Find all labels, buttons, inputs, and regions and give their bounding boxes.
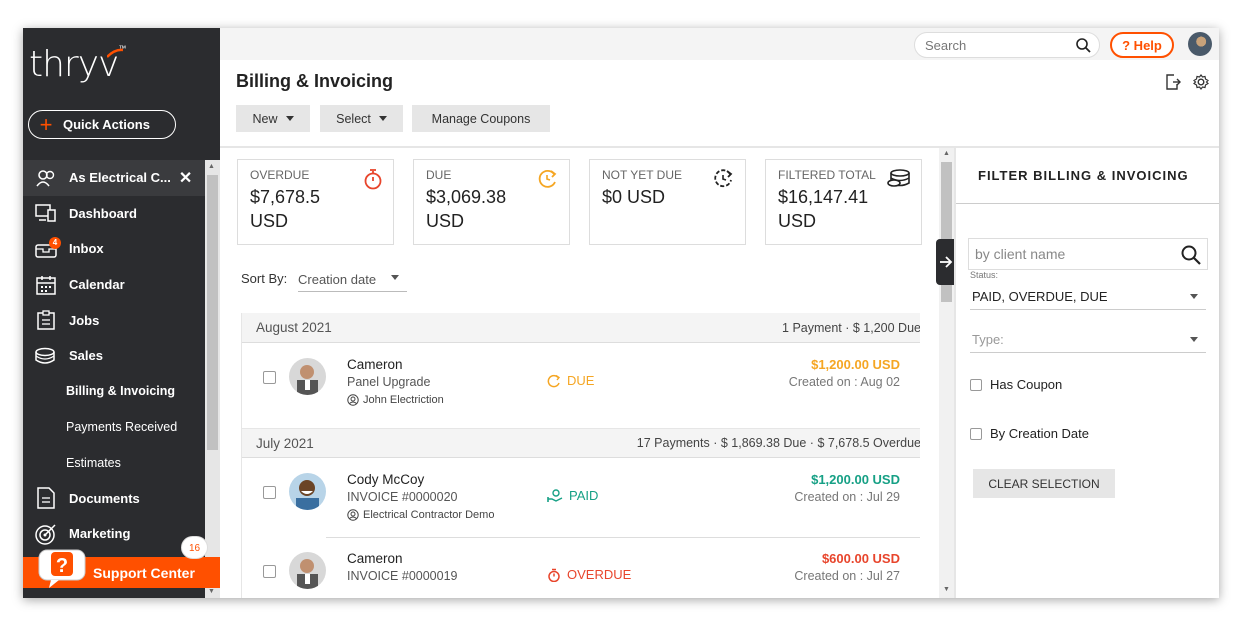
clock-arrow-icon xyxy=(547,374,561,387)
list-item[interactable]: Cody McCoy INVOICE #0000020 Electrical C… xyxy=(242,459,920,537)
page-title: Billing & Invoicing xyxy=(236,71,393,91)
client-avatar xyxy=(289,358,326,395)
filter-title: FILTER BILLING & INVOICING xyxy=(956,148,1219,204)
filter-panel: FILTER BILLING & INVOICING by client nam… xyxy=(954,148,1219,598)
checkbox-box[interactable] xyxy=(970,378,982,391)
scroll-down-icon[interactable]: ▼ xyxy=(208,588,215,595)
export-icon[interactable] xyxy=(1165,74,1181,90)
client-avatar xyxy=(289,552,326,589)
scroll-up-icon[interactable]: ▲ xyxy=(208,163,215,170)
scroll-up-icon[interactable]: ▲ xyxy=(943,150,950,157)
main-scrollbar[interactable]: ▲ ▼ xyxy=(939,148,954,598)
has-coupon-checkbox[interactable]: Has Coupon xyxy=(970,377,1062,392)
sidebar-item-estimates[interactable]: Estimates xyxy=(23,445,205,481)
documents-icon xyxy=(23,487,69,509)
calendar-icon xyxy=(23,275,69,295)
month-header: July 2021 17 Payments · $ 1,869.38 Due ·… xyxy=(242,428,920,458)
dashboard-icon xyxy=(23,204,69,223)
scroll-down-icon[interactable]: ▼ xyxy=(943,586,950,593)
inbox-icon xyxy=(23,240,69,258)
invoice-list: August 2021 1 Payment · $ 1,200 Due Came… xyxy=(241,313,920,598)
sidebar-item-inbox[interactable]: 4 Inbox xyxy=(23,231,205,267)
sidebar-scroll-thumb[interactable] xyxy=(207,175,218,450)
filter-panel-toggle[interactable] xyxy=(936,239,956,285)
sidebar-item-dashboard[interactable]: Dashboard xyxy=(23,196,205,232)
svg-text:?: ? xyxy=(56,555,68,577)
contact-icon xyxy=(347,394,359,406)
sidebar-nav: As Electrical C... ✕ Dashboard 4 Inbox C… xyxy=(23,160,205,552)
money-hand-icon xyxy=(547,488,563,502)
plus-icon: + xyxy=(39,111,53,137)
caret-down-icon xyxy=(1190,294,1198,299)
sidebar: thryv™ + Quick Actions As Electrical C..… xyxy=(23,28,220,598)
by-creation-date-checkbox[interactable]: By Creation Date xyxy=(970,426,1089,441)
sidebar-item-sales[interactable]: Sales xyxy=(23,338,205,374)
caret-down-icon xyxy=(1190,337,1198,342)
arrow-right-icon xyxy=(940,256,953,268)
search-icon[interactable] xyxy=(1181,245,1201,265)
close-icon[interactable]: ✕ xyxy=(179,168,192,188)
sales-icon xyxy=(23,347,69,365)
checkbox-box[interactable] xyxy=(970,427,982,440)
global-search-input[interactable]: Search xyxy=(914,32,1100,58)
help-button[interactable]: ? Help xyxy=(1110,32,1174,58)
row-checkbox[interactable] xyxy=(263,371,276,384)
sort-by-label: Sort By: xyxy=(241,271,288,286)
clock-arrow-icon xyxy=(538,169,557,188)
jobs-icon xyxy=(23,310,69,330)
sidebar-item-calendar[interactable]: Calendar xyxy=(23,267,205,303)
client-search-input[interactable]: by client name xyxy=(968,238,1208,270)
search-icon[interactable] xyxy=(1076,38,1091,53)
stat-card-overdue[interactable]: OVERDUE $7,678.5 USD xyxy=(237,159,394,245)
top-bar: Search ? Help xyxy=(220,28,1219,60)
sidebar-item-company[interactable]: As Electrical C... ✕ xyxy=(23,160,205,196)
gear-icon[interactable] xyxy=(1193,74,1209,90)
stopwatch-icon xyxy=(548,568,560,582)
caret-down-icon xyxy=(391,275,399,280)
sidebar-item-jobs[interactable]: Jobs xyxy=(23,302,205,338)
sidebar-scrollbar[interactable]: ▲ ▼ xyxy=(205,160,220,598)
coins-icon xyxy=(887,169,910,187)
support-badge: 16 xyxy=(181,536,208,559)
status-badge: DUE xyxy=(547,373,594,388)
client-avatar xyxy=(289,473,326,510)
users-icon xyxy=(23,169,69,187)
stat-card-not-yet-due[interactable]: NOT YET DUE $0 USD xyxy=(589,159,746,245)
month-header: August 2021 1 Payment · $ 1,200 Due xyxy=(242,313,920,343)
status-label: Status: xyxy=(970,270,999,280)
type-select[interactable]: Type: xyxy=(970,327,1206,353)
stopwatch-icon xyxy=(364,169,382,190)
header-actions xyxy=(1165,74,1209,90)
status-badge: OVERDUE xyxy=(547,567,631,582)
new-button[interactable]: New xyxy=(236,105,310,132)
clock-dashed-icon xyxy=(714,169,733,188)
quick-actions-button[interactable]: + Quick Actions xyxy=(28,110,176,139)
status-select[interactable]: PAID, OVERDUE, DUE xyxy=(970,284,1206,310)
user-avatar[interactable] xyxy=(1188,32,1212,56)
list-item[interactable]: Cameron Panel Upgrade John Electriction … xyxy=(242,344,920,422)
status-badge: PAID xyxy=(547,488,598,503)
app-window: thryv™ + Quick Actions As Electrical C..… xyxy=(23,28,1219,598)
clear-selection-button[interactable]: CLEAR SELECTION xyxy=(973,469,1115,498)
contact-icon xyxy=(347,509,359,521)
support-chat-icon[interactable]: ? xyxy=(37,548,89,590)
manage-coupons-button[interactable]: Manage Coupons xyxy=(412,105,550,132)
stat-card-due[interactable]: DUE $3,069.38 USD xyxy=(413,159,570,245)
sidebar-item-documents[interactable]: Documents xyxy=(23,480,205,516)
logo-swoosh-icon xyxy=(107,48,123,58)
row-checkbox[interactable] xyxy=(263,486,276,499)
list-item[interactable]: Cameron INVOICE #0000019 OVERDUE $600.00… xyxy=(242,538,920,598)
caret-down-icon xyxy=(378,116,387,121)
marketing-icon xyxy=(23,523,69,545)
sidebar-item-payments-received[interactable]: Payments Received xyxy=(23,409,205,445)
row-checkbox[interactable] xyxy=(263,565,276,578)
sidebar-item-marketing[interactable]: Marketing xyxy=(23,516,205,552)
stat-card-filtered-total[interactable]: FILTERED TOTAL $16,147.41 USD xyxy=(765,159,922,245)
sidebar-item-billing-invoicing[interactable]: Billing & Invoicing xyxy=(23,374,205,410)
select-button[interactable]: Select xyxy=(320,105,403,132)
sort-select[interactable]: Creation date xyxy=(298,267,407,292)
caret-down-icon xyxy=(285,116,294,121)
